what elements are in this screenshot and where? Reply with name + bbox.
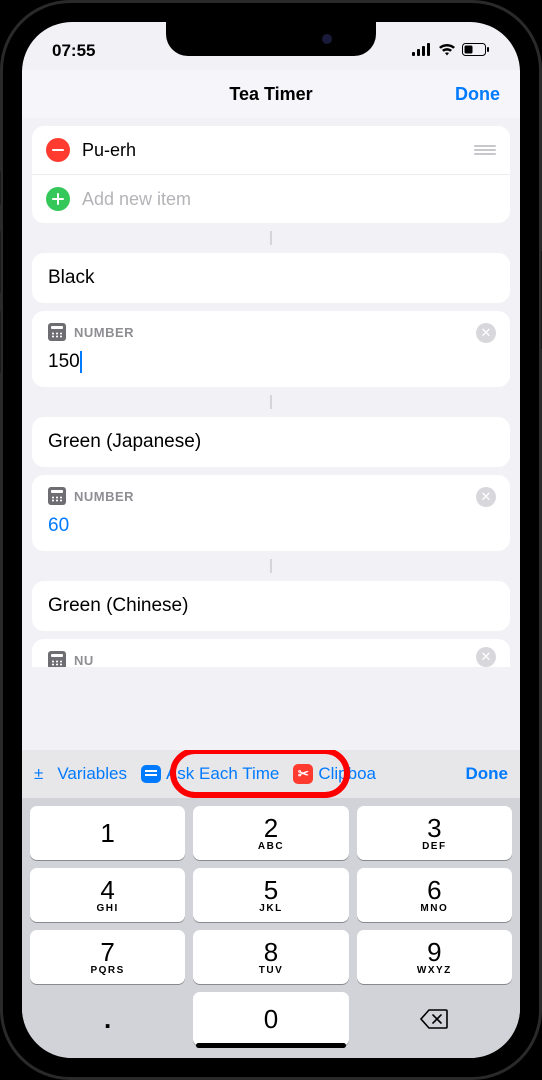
section-title: Green (Chinese) [48,595,494,617]
navigation-bar: Tea Timer Done [22,70,520,118]
number-value[interactable]: 150 [48,351,494,373]
add-item-placeholder: Add new item [82,189,191,210]
number-label: NUMBER [74,489,134,504]
ask-each-time-button[interactable]: Ask Each Time [141,764,279,784]
chat-icon [141,765,161,783]
scissors-icon: ✂ [293,764,313,784]
clear-icon[interactable]: ✕ [476,487,496,507]
key-9[interactable]: 9WXYZ [357,930,512,984]
section-header[interactable]: Black [32,253,510,303]
battery-icon [462,41,490,61]
plus-minus-button[interactable]: ± [34,764,43,784]
section-title: Black [48,267,494,289]
add-icon[interactable] [46,187,70,211]
variables-button[interactable]: Variables [57,764,127,784]
list-card: Pu-erh Add new item [32,126,510,223]
numeric-keypad: 1 2ABC 3DEF 4GHI 5JKL 6MNO 7PQRS 8TUV 9W… [22,798,520,1058]
keyboard-suggestion-bar: ± Variables Ask Each Time ✂ Clipboa Done [22,750,520,798]
key-dot[interactable]: . [30,992,185,1046]
calculator-icon [48,651,66,667]
page-title: Tea Timer [229,84,312,105]
number-label: NUMBER [74,325,134,340]
number-value[interactable]: 60 [48,515,494,537]
backspace-key[interactable] [357,992,512,1046]
key-8[interactable]: 8TUV [193,930,348,984]
section-header[interactable]: Green (Japanese) [32,417,510,467]
key-2[interactable]: 2ABC [193,806,348,860]
section-title: Green (Japanese) [48,431,494,453]
home-indicator[interactable] [196,1043,346,1048]
key-0[interactable]: 0 [193,992,348,1046]
number-block-partial[interactable]: NU ✕ [32,639,510,667]
cellular-icon [412,41,432,61]
remove-icon[interactable] [46,138,70,162]
key-4[interactable]: 4GHI [30,868,185,922]
key-1[interactable]: 1 [30,806,185,860]
key-7[interactable]: 7PQRS [30,930,185,984]
number-block[interactable]: NUMBER ✕ 60 [32,475,510,551]
clipboard-button[interactable]: ✂ Clipboa [293,764,376,784]
number-block[interactable]: NUMBER ✕ 150 [32,311,510,387]
drag-handle-icon[interactable] [474,142,496,158]
calculator-icon [48,487,66,505]
list-item-label: Pu-erh [82,140,136,161]
done-button[interactable]: Done [455,84,500,105]
wifi-icon [438,41,456,61]
keyboard-done-button[interactable]: Done [466,764,509,784]
key-5[interactable]: 5JKL [193,868,348,922]
clear-icon[interactable]: ✕ [476,323,496,343]
number-label: NU [74,653,94,668]
calculator-icon [48,323,66,341]
section-header[interactable]: Green (Chinese) [32,581,510,631]
key-3[interactable]: 3DEF [357,806,512,860]
key-6[interactable]: 6MNO [357,868,512,922]
clear-icon[interactable]: ✕ [476,647,496,667]
status-time: 07:55 [52,41,95,61]
list-item[interactable]: Pu-erh [32,126,510,174]
add-item-row[interactable]: Add new item [32,174,510,223]
notch [166,22,376,56]
